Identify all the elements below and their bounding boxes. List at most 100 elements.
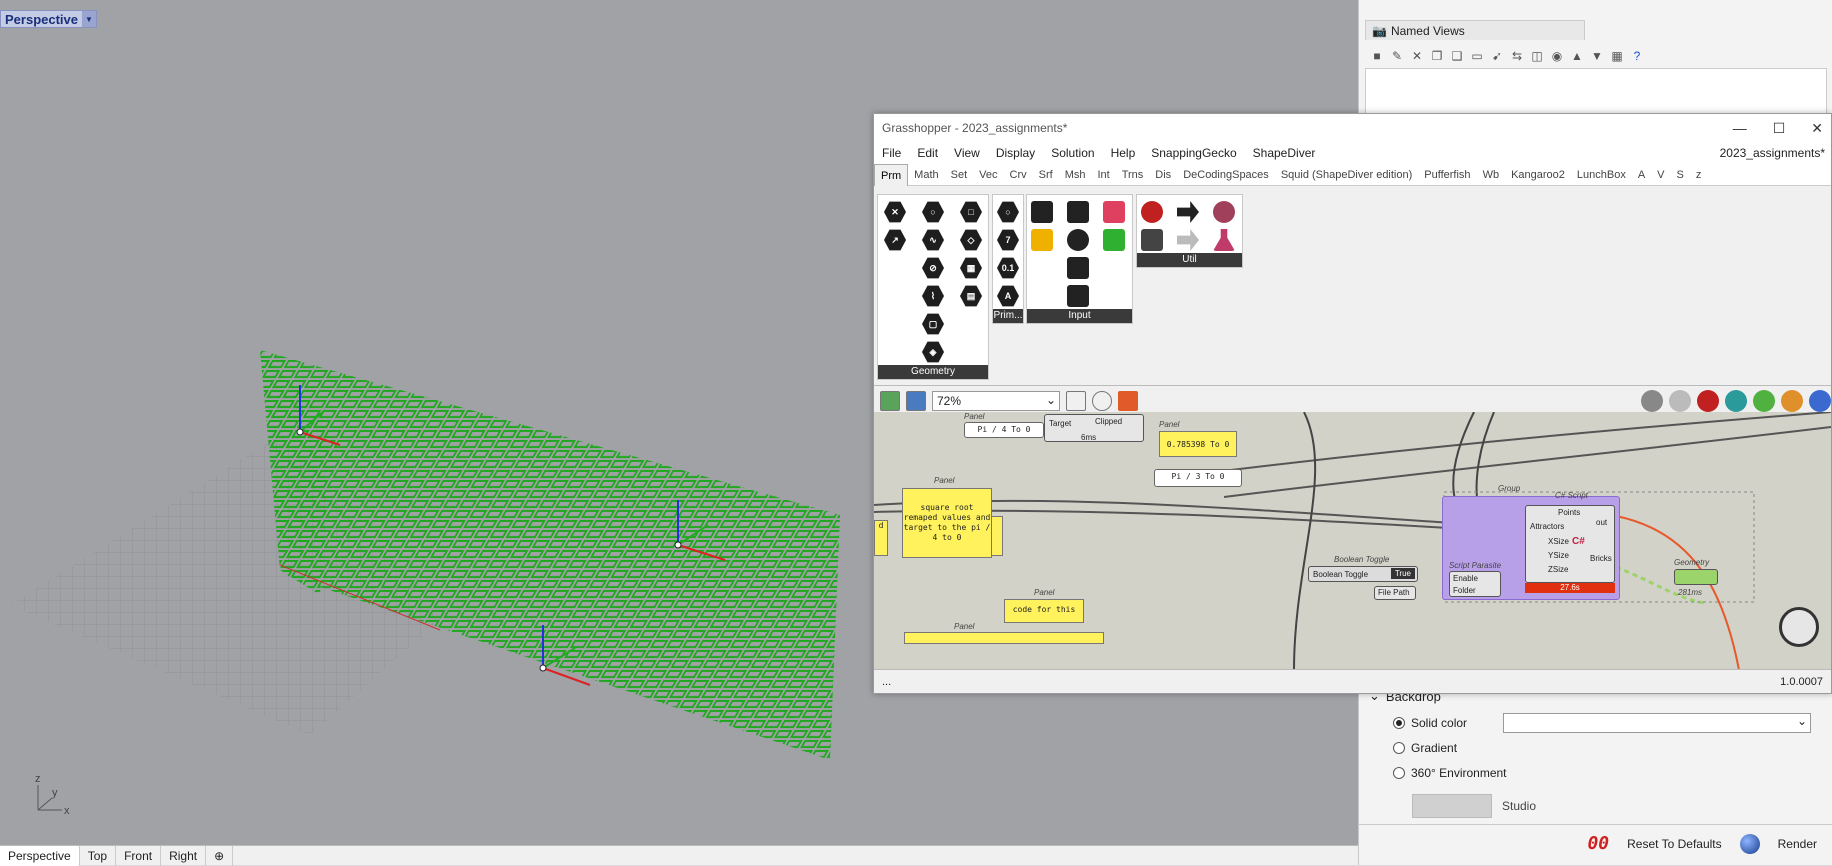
param-icon[interactable]: ∿: [922, 229, 944, 251]
tab-pufferfish[interactable]: Pufferfish: [1418, 164, 1476, 186]
menu-display[interactable]: Display: [988, 146, 1043, 160]
cluster-icon[interactable]: [1213, 201, 1235, 223]
param-icon[interactable]: ▦: [960, 257, 982, 279]
close-icon[interactable]: ✕: [1811, 120, 1823, 137]
orange-preview-icon[interactable]: [1781, 390, 1803, 412]
thumbnail-icon[interactable]: ▦: [1609, 48, 1625, 64]
arrow-right-icon[interactable]: [1177, 201, 1199, 223]
tab-a[interactable]: A: [1632, 164, 1651, 186]
menu-snappinggecko[interactable]: SnappingGecko: [1143, 146, 1244, 160]
render-button[interactable]: Render: [1770, 837, 1825, 851]
color-picker-dropdown[interactable]: [1503, 712, 1812, 733]
panel-primitive-label[interactable]: Prim...: [993, 309, 1023, 323]
ysize-input[interactable]: YSize: [1548, 551, 1569, 560]
zoom-extents-icon[interactable]: [1066, 390, 1086, 411]
tab-right[interactable]: Right: [161, 845, 207, 866]
param-icon[interactable]: □: [960, 201, 982, 223]
tab-prm[interactable]: Prm: [874, 163, 909, 186]
param-icon[interactable]: ○: [922, 201, 944, 223]
zoom-dropdown[interactable]: 72%: [932, 390, 1060, 411]
preview-mode-icon[interactable]: [1641, 390, 1663, 412]
reset-to-defaults-button[interactable]: Reset To Defaults: [1619, 837, 1730, 851]
maximize-icon[interactable]: ☐: [1773, 120, 1786, 137]
option-360-environment[interactable]: 360° Environment: [1369, 760, 1829, 785]
param-icon[interactable]: A: [997, 285, 1019, 307]
radio-solid-color[interactable]: [1393, 716, 1405, 729]
radio-360-environment[interactable]: [1393, 766, 1405, 779]
radio-gradient[interactable]: [1393, 741, 1405, 754]
param-icon[interactable]: ⊘: [922, 257, 944, 279]
clip-component[interactable]: Target Clipped 6ms: [1044, 414, 1144, 442]
param-icon[interactable]: 0.1: [997, 257, 1019, 279]
menu-view[interactable]: View: [946, 146, 988, 160]
menu-solution[interactable]: Solution: [1043, 146, 1102, 160]
add-viewport-icon[interactable]: ⊕: [206, 845, 234, 866]
tab-srf[interactable]: Srf: [1033, 164, 1059, 186]
tab-set[interactable]: Set: [945, 164, 974, 186]
input-icon[interactable]: [1103, 229, 1125, 251]
cherry-icon[interactable]: [1141, 201, 1163, 223]
param-icon[interactable]: ○: [997, 201, 1019, 223]
param-icon[interactable]: ▢: [922, 313, 944, 335]
param-icon[interactable]: ⌇: [922, 285, 944, 307]
move-down-icon[interactable]: ▼: [1589, 48, 1605, 64]
bottom-panel[interactable]: [904, 632, 1104, 644]
gh-title-bar[interactable]: Grasshopper - 2023_assignments* — ☐ ✕: [874, 114, 1831, 142]
param-icon[interactable]: ▤: [960, 285, 982, 307]
tab-v[interactable]: V: [1651, 164, 1670, 186]
param-icon[interactable]: ↗: [884, 229, 906, 251]
tab-wb[interactable]: Wb: [1477, 164, 1506, 186]
boolean-toggle[interactable]: Boolean Toggle True: [1308, 566, 1418, 582]
code-panel[interactable]: code for this: [1004, 599, 1084, 623]
paste-view-icon[interactable]: ❑: [1449, 48, 1465, 64]
menu-edit[interactable]: Edit: [909, 146, 946, 160]
enable-input[interactable]: Enable: [1453, 574, 1478, 583]
tab-int[interactable]: Int: [1091, 164, 1115, 186]
tab-dis[interactable]: Dis: [1149, 164, 1177, 186]
input-icon[interactable]: [1067, 201, 1089, 223]
preview-eye-icon[interactable]: [1092, 390, 1112, 411]
menu-help[interactable]: Help: [1103, 146, 1144, 160]
tab-perspective[interactable]: Perspective: [0, 845, 80, 866]
csharp-script-component[interactable]: C# Script Points Attractors XSize YSize …: [1442, 491, 1620, 600]
help-icon[interactable]: ?: [1629, 48, 1645, 64]
sqrt-panel[interactable]: square root remaped values and target to…: [902, 488, 992, 558]
input-icon[interactable]: [1031, 201, 1053, 223]
copy-view-icon[interactable]: ❐: [1429, 48, 1445, 64]
layers-icon[interactable]: ◫: [1529, 48, 1545, 64]
eye-icon[interactable]: ◉: [1549, 48, 1565, 64]
select-icon[interactable]: ➹: [1489, 48, 1505, 64]
move-up-icon[interactable]: ▲: [1569, 48, 1585, 64]
input-icon[interactable]: [1067, 285, 1089, 307]
tab-decodingspaces[interactable]: DeCodingSpaces: [1177, 164, 1275, 186]
menu-file[interactable]: File: [874, 146, 909, 160]
tab-squid[interactable]: Squid (ShapeDiver edition): [1275, 164, 1418, 186]
navigation-compass-icon[interactable]: [1779, 607, 1819, 647]
teal-preview-icon[interactable]: [1725, 390, 1747, 412]
tab-front[interactable]: Front: [116, 845, 162, 866]
environment-selector[interactable]: Studio: [1412, 794, 1819, 818]
open-folder-icon[interactable]: ▭: [1469, 48, 1485, 64]
zsize-input[interactable]: ZSize: [1548, 565, 1568, 574]
tab-top[interactable]: Top: [80, 845, 117, 866]
tab-math[interactable]: Math: [908, 164, 944, 186]
param-icon[interactable]: ◇: [960, 229, 982, 251]
edit-view-icon[interactable]: ✎: [1389, 48, 1405, 64]
geometry-param[interactable]: [1674, 569, 1718, 585]
param-icon[interactable]: 7: [997, 229, 1019, 251]
green-preview-icon[interactable]: [1753, 390, 1775, 412]
value-panel[interactable]: 0.785398 To 0: [1159, 431, 1237, 457]
save-file-icon[interactable]: [906, 390, 926, 411]
xsize-input[interactable]: XSize: [1548, 537, 1569, 546]
tab-trns[interactable]: Trns: [1116, 164, 1150, 186]
input-icon[interactable]: [1031, 229, 1053, 251]
panel-input-label[interactable]: Input: [1027, 309, 1132, 323]
input-icon[interactable]: [1067, 229, 1089, 251]
delete-view-icon[interactable]: ✕: [1409, 48, 1425, 64]
panel-geometry-label[interactable]: Geometry: [878, 365, 988, 379]
gh-canvas[interactable]: Panel Pi / 4 To 0 Target Clipped 6ms Pan…: [874, 412, 1831, 670]
param-icon[interactable]: ✕: [884, 201, 906, 223]
tab-s[interactable]: S: [1671, 164, 1690, 186]
tab-kangaroo2[interactable]: Kangaroo2: [1505, 164, 1571, 186]
tab-z[interactable]: z: [1690, 164, 1708, 186]
